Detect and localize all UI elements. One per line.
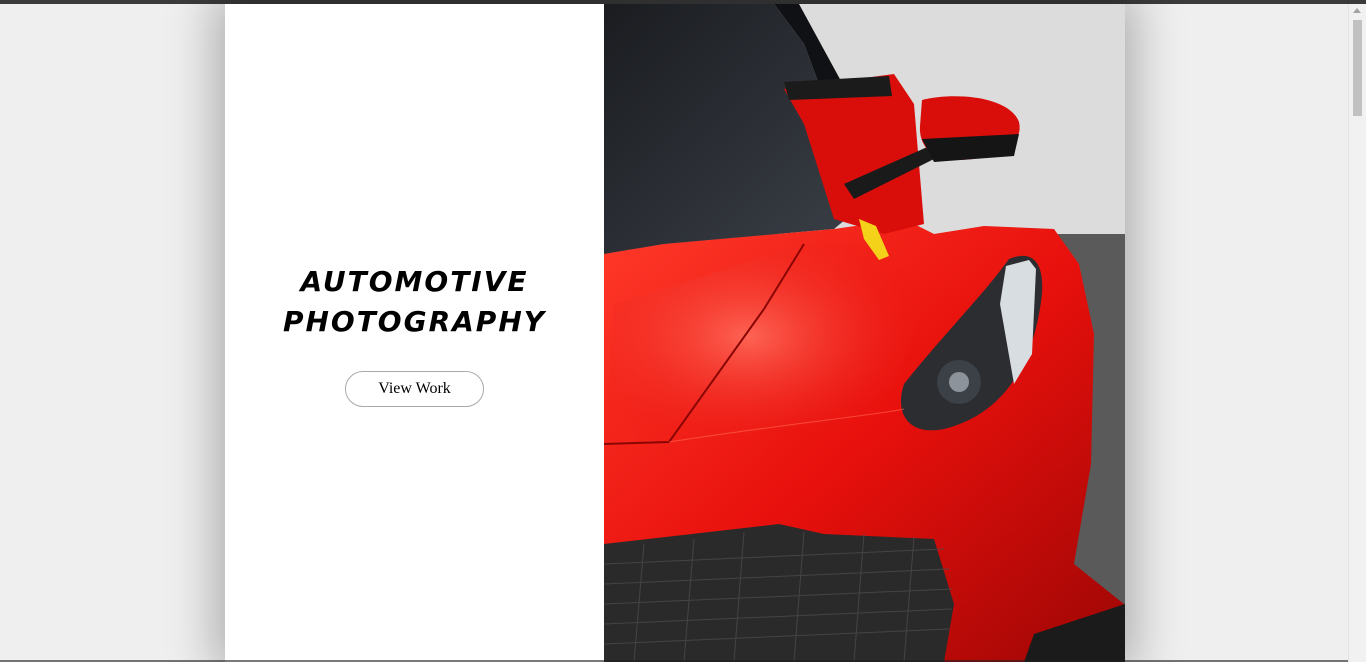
- hero-text-panel: AUTOMOTIVE PHOTOGRAPHY View Work: [225, 4, 604, 662]
- scroll-up-arrow-icon[interactable]: [1353, 8, 1361, 13]
- hero-title: AUTOMOTIVE PHOTOGRAPHY: [225, 262, 604, 342]
- scroll-thumb[interactable]: [1353, 20, 1362, 116]
- page-scrollbar[interactable]: [1348, 4, 1366, 662]
- page: AUTOMOTIVE PHOTOGRAPHY View Work: [0, 4, 1349, 662]
- hero-card: AUTOMOTIVE PHOTOGRAPHY View Work: [225, 4, 1125, 662]
- hero-car-image: [604, 4, 1125, 662]
- car-photo-icon: [604, 4, 1125, 662]
- hero-title-line-2: PHOTOGRAPHY: [282, 305, 547, 338]
- hero-title-line-1: AUTOMOTIVE: [300, 265, 529, 298]
- view-work-button[interactable]: View Work: [345, 371, 484, 407]
